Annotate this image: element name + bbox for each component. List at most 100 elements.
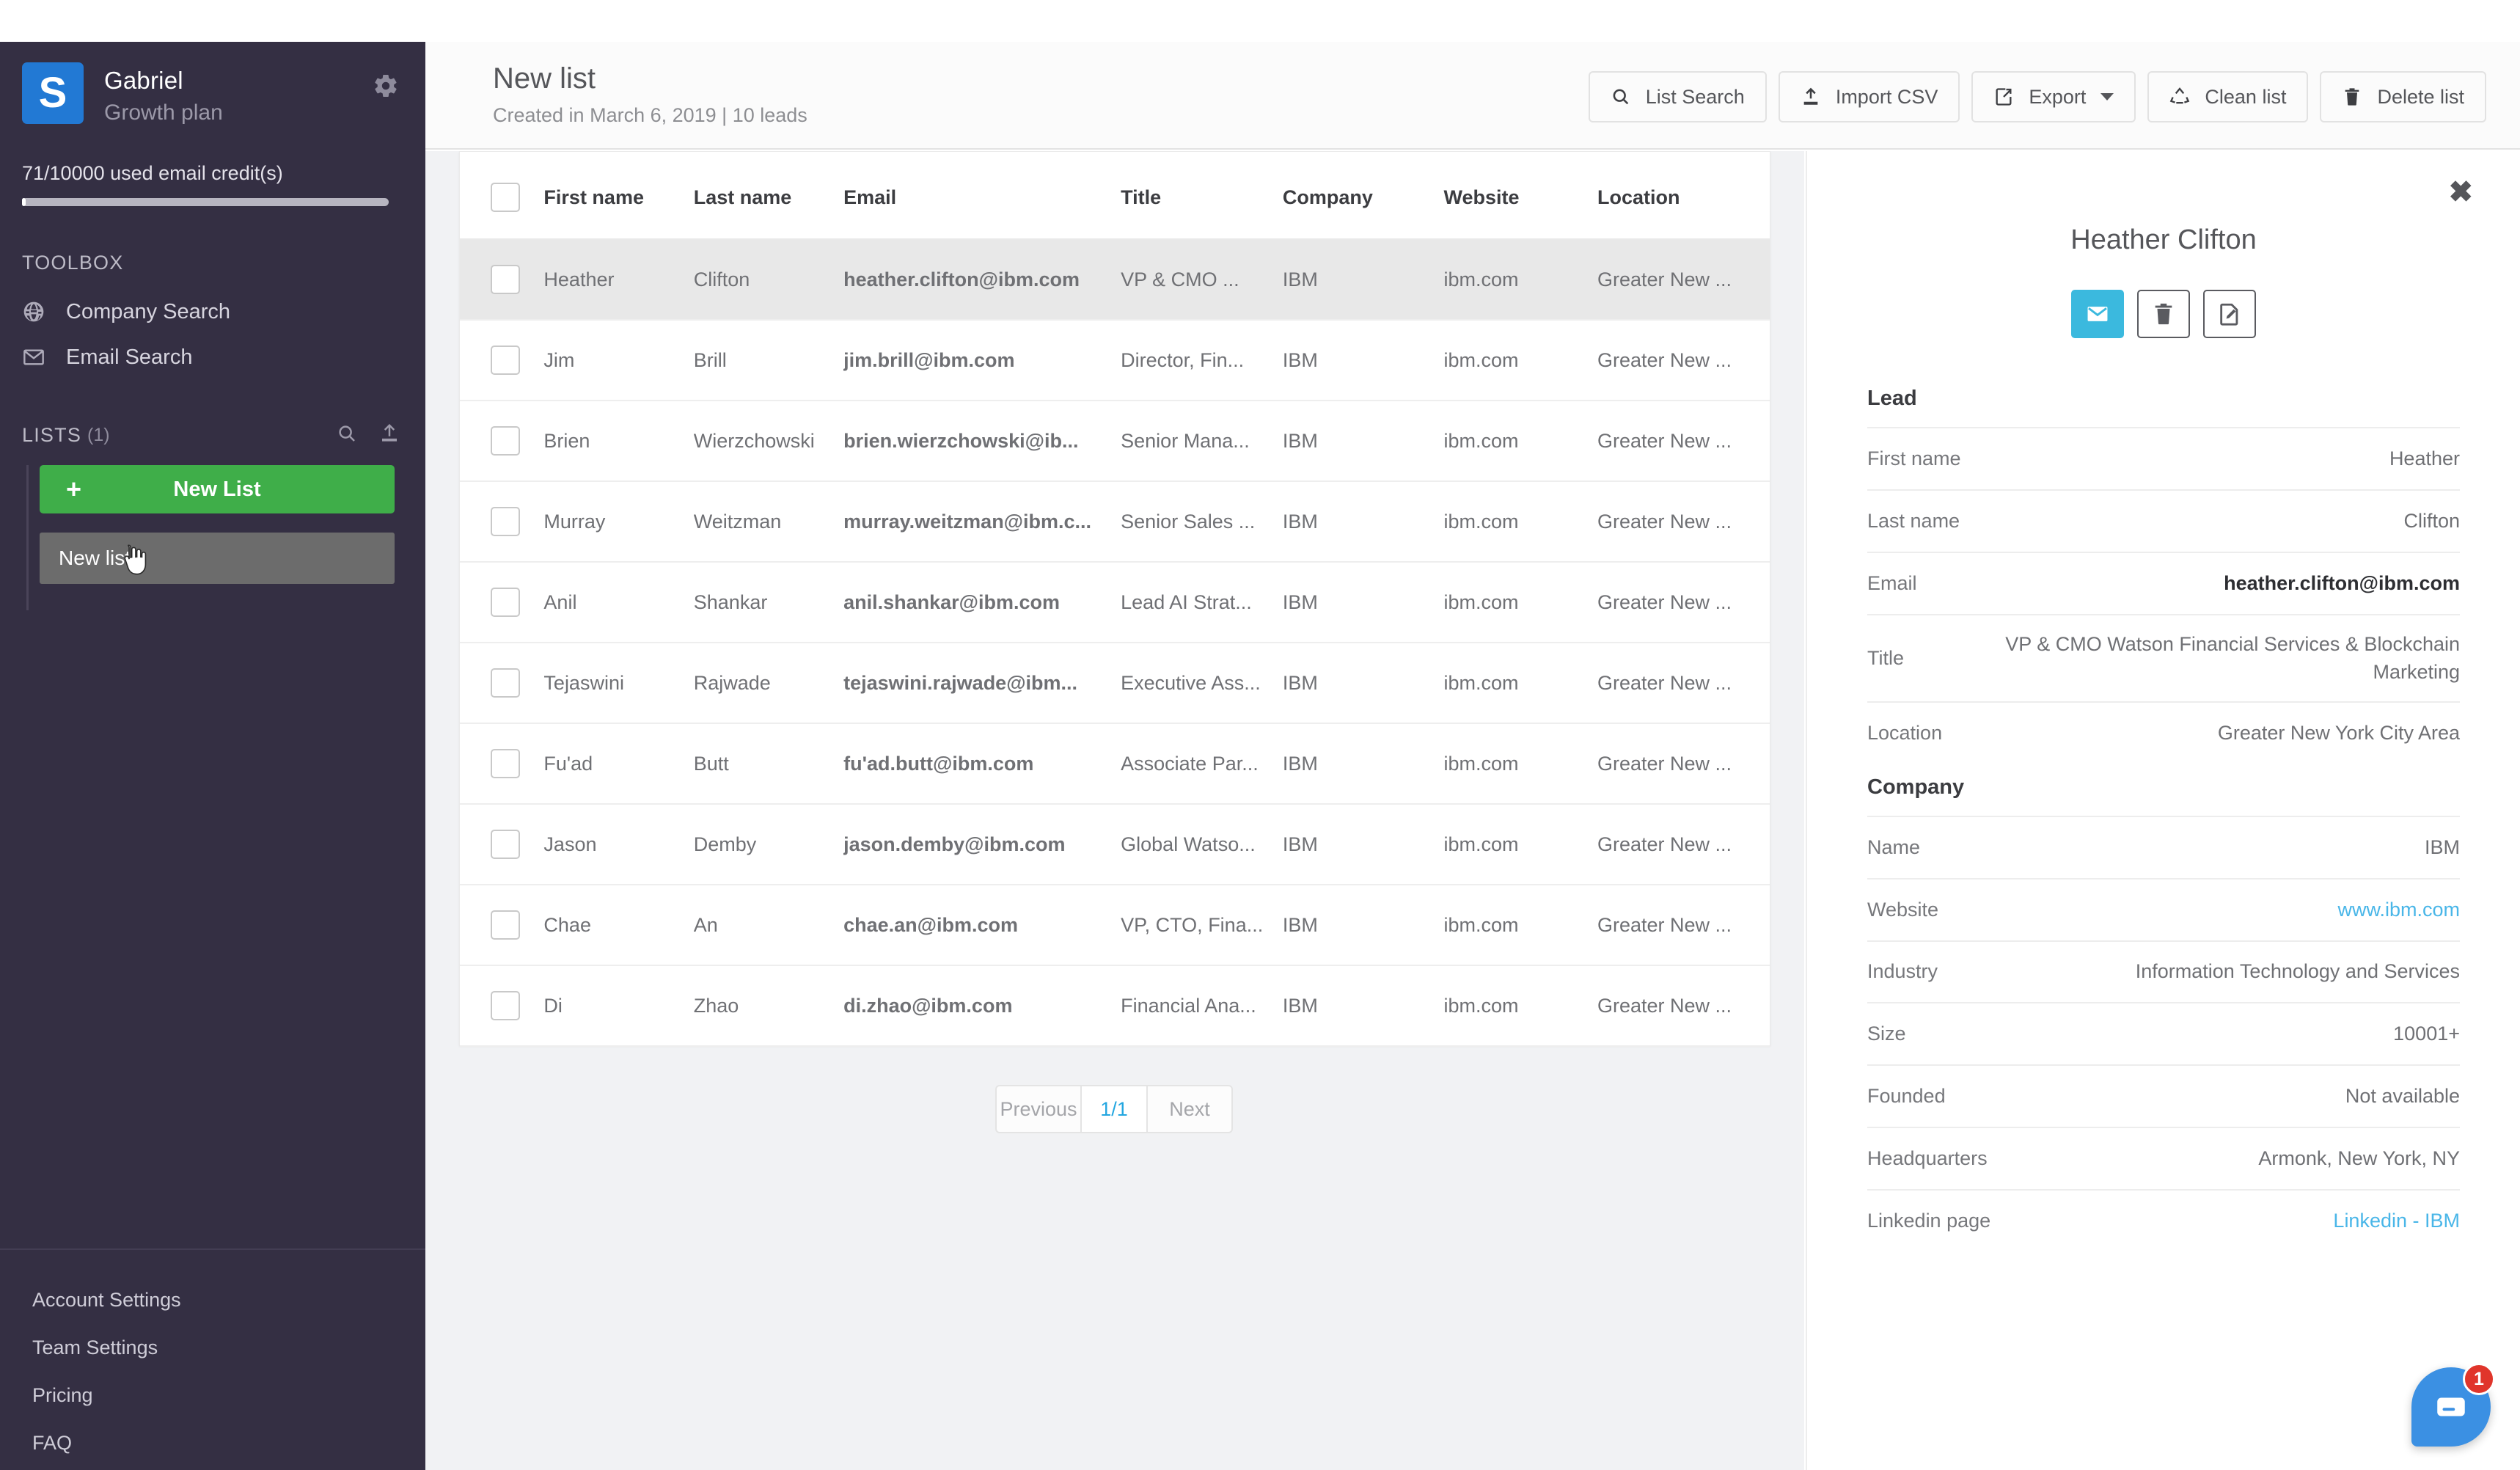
table-row[interactable]: Fu'adButtfu'ad.butt@ibm.comAssociate Par… <box>460 723 1770 804</box>
row-checkbox[interactable] <box>491 345 520 375</box>
table-row[interactable]: TejaswiniRajwadetejaswini.rajwade@ibm...… <box>460 643 1770 723</box>
row-checkbox[interactable] <box>491 749 520 778</box>
row-checkbox[interactable] <box>491 668 520 698</box>
company-field-value[interactable]: Linkedin - IBM <box>2020 1210 2460 1232</box>
select-all-checkbox[interactable] <box>491 183 520 212</box>
sidebar-list-item-new-list[interactable]: New list <box>40 533 395 584</box>
clean-list-button[interactable]: Clean list <box>2147 71 2308 122</box>
col-header-last-name[interactable]: Last name <box>694 152 843 239</box>
delete-list-button[interactable]: Delete list <box>2320 71 2486 122</box>
cell-location: Greater New ... <box>1597 965 1770 1046</box>
send-email-button[interactable] <box>2071 290 2124 338</box>
col-header-title[interactable]: Title <box>1121 152 1283 239</box>
lists-section-header: LISTS (1) <box>0 423 425 447</box>
cell-last-name: Brill <box>694 320 843 401</box>
sidebar-item-faq[interactable]: FAQ <box>32 1432 393 1455</box>
delete-lead-button[interactable] <box>2137 290 2190 338</box>
table-row[interactable]: AnilShankaranil.shankar@ibm.comLead AI S… <box>460 562 1770 643</box>
row-checkbox[interactable] <box>491 991 520 1020</box>
table-row[interactable]: JasonDembyjason.demby@ibm.comGlobal Wats… <box>460 804 1770 885</box>
col-header-company[interactable]: Company <box>1283 152 1444 239</box>
lead-detail-panel: ✖ Heather Clifton Lead First nameHeather… <box>1806 151 2520 1470</box>
cell-location: Greater New ... <box>1597 481 1770 562</box>
cell-email: murray.weitzman@ibm.c... <box>843 481 1121 562</box>
close-icon[interactable]: ✖ <box>2448 178 2473 207</box>
lead-field-label: Title <box>1867 647 1933 670</box>
col-header-email[interactable]: Email <box>843 152 1121 239</box>
row-checkbox[interactable] <box>491 265 520 294</box>
chat-button[interactable]: 1 <box>2411 1367 2491 1447</box>
lead-field-value: Heather <box>1990 447 2460 470</box>
list-search-button[interactable]: List Search <box>1589 71 1767 122</box>
row-checkbox[interactable] <box>491 588 520 617</box>
app-logo: S <box>22 62 84 124</box>
page-title: New list <box>493 62 807 95</box>
company-field-label: Website <box>1867 899 1968 921</box>
cell-email: chae.an@ibm.com <box>843 885 1121 965</box>
row-checkbox-cell <box>460 723 543 804</box>
row-checkbox-cell <box>460 481 543 562</box>
upload-icon[interactable] <box>378 423 403 447</box>
company-field-row: NameIBM <box>1867 816 2460 878</box>
sidebar-item-email-search[interactable]: Email Search <box>0 334 425 380</box>
email-credits-label: 71/10000 used email credit(s) <box>22 162 403 185</box>
lead-field-label: Email <box>1867 572 1946 595</box>
table-row[interactable]: ChaeAnchae.an@ibm.comVP, CTO, Fina...IBM… <box>460 885 1770 965</box>
cell-company: IBM <box>1283 885 1444 965</box>
pagination-next[interactable]: Next <box>1146 1085 1233 1133</box>
cell-first-name: Chae <box>543 885 693 965</box>
sidebar-item-pricing[interactable]: Pricing <box>32 1384 393 1407</box>
sidebar: S Gabriel Growth plan 71/10000 used emai… <box>0 42 425 1470</box>
brand-block[interactable]: S Gabriel Growth plan <box>22 62 403 125</box>
import-csv-button[interactable]: Import CSV <box>1779 71 1960 122</box>
row-checkbox[interactable] <box>491 830 520 859</box>
cell-company: IBM <box>1283 481 1444 562</box>
cell-email: tejaswini.rajwade@ibm... <box>843 643 1121 723</box>
pointer-cursor-icon <box>119 543 148 577</box>
lead-field-row: TitleVP & CMO Watson Financial Services … <box>1867 614 2460 701</box>
lead-field-label: Location <box>1867 722 1971 745</box>
lead-field-row: First nameHeather <box>1867 427 2460 489</box>
table-row[interactable]: HeatherCliftonheather.clifton@ibm.comVP … <box>460 239 1770 320</box>
cell-last-name: Rajwade <box>694 643 843 723</box>
sidebar-item-team-settings[interactable]: Team Settings <box>32 1336 393 1359</box>
search-icon <box>1611 85 1634 109</box>
pagination-previous[interactable]: Previous <box>995 1085 1082 1133</box>
export-icon <box>1993 85 2017 109</box>
table-row[interactable]: MurrayWeitzmanmurray.weitzman@ibm.c...Se… <box>460 481 1770 562</box>
sidebar-item-company-search[interactable]: Company Search <box>0 289 425 334</box>
lead-field-row: Last nameClifton <box>1867 489 2460 552</box>
page-title-block: New list Created in March 6, 2019 | 10 l… <box>493 62 807 127</box>
search-icon[interactable] <box>336 423 361 447</box>
row-checkbox-cell <box>460 965 543 1046</box>
cell-location: Greater New ... <box>1597 804 1770 885</box>
table-row[interactable]: BrienWierzchowskibrien.wierzchowski@ib..… <box>460 401 1770 481</box>
new-list-button[interactable]: + New List <box>40 465 395 513</box>
trash-icon <box>2342 85 2365 109</box>
cell-title: Financial Ana... <box>1121 965 1283 1046</box>
table-header-row: First name Last name Email Title Company… <box>460 152 1770 239</box>
table-row[interactable]: JimBrilljim.brill@ibm.comDirector, Fin..… <box>460 320 1770 401</box>
row-checkbox[interactable] <box>491 426 520 456</box>
cell-company: IBM <box>1283 401 1444 481</box>
row-checkbox[interactable] <box>491 910 520 940</box>
company-field-value: Not available <box>1975 1085 2460 1108</box>
export-button[interactable]: Export <box>1971 71 2136 122</box>
cell-website: ibm.com <box>1444 562 1597 643</box>
lead-field-label: First name <box>1867 447 1990 470</box>
cell-company: IBM <box>1283 965 1444 1046</box>
edit-lead-button[interactable] <box>2203 290 2256 338</box>
globe-icon <box>22 299 53 324</box>
company-field-value: Information Technology and Services <box>1967 957 2460 985</box>
gear-icon[interactable] <box>373 73 399 99</box>
company-field-value[interactable]: www.ibm.com <box>1968 899 2460 921</box>
toolbox-nav: Company Search Email Search <box>0 289 425 380</box>
col-header-website[interactable]: Website <box>1444 152 1597 239</box>
sidebar-item-account-settings[interactable]: Account Settings <box>32 1289 393 1312</box>
table-row[interactable]: DiZhaodi.zhao@ibm.comFinancial Ana...IBM… <box>460 965 1770 1046</box>
row-checkbox[interactable] <box>491 507 520 536</box>
cell-website: ibm.com <box>1444 804 1597 885</box>
col-header-first-name[interactable]: First name <box>543 152 693 239</box>
col-header-location[interactable]: Location <box>1597 152 1770 239</box>
lead-field-label: Last name <box>1867 510 1989 533</box>
